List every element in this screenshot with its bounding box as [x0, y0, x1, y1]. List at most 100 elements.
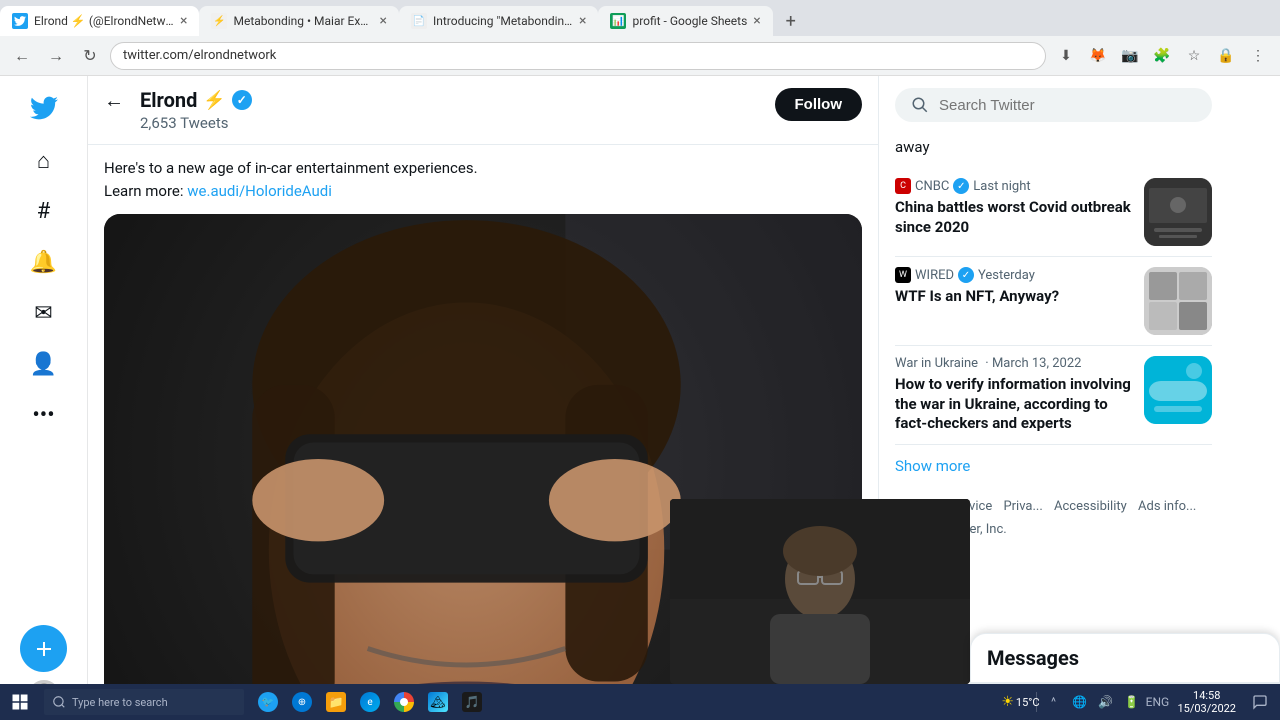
video-content: [670, 499, 970, 684]
extensions-icon[interactable]: 🧩: [1148, 42, 1176, 70]
privacy-link[interactable]: Priva...: [1003, 499, 1042, 514]
news-item-wired[interactable]: W WIRED ✓ Yesterday WTF Is an NFT, Anywa…: [895, 257, 1212, 346]
taskbar-chevron[interactable]: ^: [1041, 684, 1065, 720]
introducing-tab-icon: 📄: [411, 13, 427, 29]
tab-introducing-close[interactable]: ×: [579, 13, 586, 29]
twitter-logo[interactable]: [20, 84, 67, 131]
tab-introducing-label: Introducing "Metabonding" - Co...: [433, 14, 573, 28]
lock-icon[interactable]: 🔒: [1212, 42, 1240, 70]
music-icon: 🎵: [462, 692, 482, 712]
tweet-text-main: Here's to a new age of in-car entertainm…: [104, 159, 478, 177]
ukraine-time: · March 13, 2022: [982, 356, 1081, 371]
address-bar[interactable]: twitter.com/elrondnetwork: [110, 42, 1046, 70]
new-tab-button[interactable]: +: [777, 7, 805, 35]
page-content: ⌂ # 🔔 ✉ 👤 ••• ← Elrond ⚡ ✓ 2,653 Tweets …: [0, 76, 1280, 720]
tab-introducing[interactable]: 📄 Introducing "Metabonding" - Co... ×: [399, 6, 598, 36]
news-item-ukraine[interactable]: War in Ukraine · March 13, 2022 How to v…: [895, 346, 1212, 445]
cnbc-headline: China battles worst Covid outbreak since…: [895, 198, 1132, 237]
accessibility-link[interactable]: Accessibility: [1054, 499, 1127, 514]
taskbar-battery-icon: 🔋: [1119, 684, 1143, 720]
refresh-button[interactable]: ↻: [76, 42, 104, 70]
taskbar-icon-explorer[interactable]: 📁: [320, 684, 352, 720]
news-item-cnbc[interactable]: C CNBC ✓ Last night China battles worst …: [895, 168, 1212, 257]
browser-tabs: Elrond ⚡ (@ElrondNetwork) / T... × ⚡ Met…: [0, 0, 1280, 36]
search-bar[interactable]: [895, 88, 1212, 122]
chrome-icon: [394, 692, 414, 712]
taskbar-time: 14:58: [1193, 689, 1220, 702]
sidebar-item-more[interactable]: •••: [20, 392, 67, 439]
sidebar-item-notifications[interactable]: 🔔: [20, 239, 67, 286]
camera-icon[interactable]: 📷: [1116, 42, 1144, 70]
address-text: twitter.com/elrondnetwork: [123, 48, 276, 63]
taskbar: Type here to search 🐦 ⊕ 📁 e 🏔 🎵 ☀ 15: [0, 684, 1280, 720]
compose-tweet-button[interactable]: [20, 625, 67, 672]
taskbar-volume-icon[interactable]: 🔊: [1093, 684, 1117, 720]
cortana-icon: ⊕: [292, 692, 312, 712]
taskbar-system-tray: ☀ 15°C ^ 🌐 🔊 🔋 ENG 14:58 15/03/2022: [1008, 684, 1280, 720]
video-overlay: [670, 499, 970, 684]
extension-icon[interactable]: 🦊: [1084, 42, 1112, 70]
explorer-icon: 📁: [326, 692, 346, 712]
taskbar-notification[interactable]: [1244, 684, 1276, 720]
sidebar-item-explore[interactable]: #: [20, 188, 67, 235]
cnbc-time: Last night: [973, 179, 1030, 194]
twitter-tab-icon: [12, 13, 28, 29]
taskbar-twitter-logo: 🐦: [258, 692, 278, 712]
search-icon: [911, 96, 929, 114]
start-button[interactable]: [0, 684, 40, 720]
tweet-link[interactable]: we.audi/HolorideAudi: [187, 182, 332, 200]
news-item-wired-content: W WIRED ✓ Yesterday WTF Is an NFT, Anywa…: [895, 267, 1132, 307]
news-source-cnbc: C CNBC ✓ Last night: [895, 178, 1132, 194]
taskbar-clock[interactable]: 14:58 15/03/2022: [1171, 684, 1242, 720]
show-more-button[interactable]: Show more: [895, 445, 1212, 487]
tab-sheets-close[interactable]: ×: [753, 13, 760, 29]
back-arrow[interactable]: ←: [104, 88, 124, 113]
taskbar-search[interactable]: Type here to search: [44, 689, 244, 715]
user-display-name: Elrond ⚡ ✓: [140, 88, 775, 112]
taskbar-date: 15/03/2022: [1177, 702, 1236, 715]
cnbc-label: CNBC: [915, 179, 949, 194]
away-text: away: [895, 138, 1212, 168]
messages-title: Messages: [987, 646, 1079, 670]
bookmark-icon[interactable]: ☆: [1180, 42, 1208, 70]
ads-link[interactable]: Ads info...: [1138, 499, 1196, 514]
search-input[interactable]: [939, 97, 1196, 114]
news-source-wired: W WIRED ✓ Yesterday: [895, 267, 1132, 283]
cnbc-thumbnail: [1144, 178, 1212, 246]
taskbar-icon-twitter[interactable]: 🐦: [252, 684, 284, 720]
ukraine-headline: How to verify information involving the …: [895, 375, 1132, 434]
tab-twitter-label: Elrond ⚡ (@ElrondNetwork) / T...: [34, 14, 174, 28]
sidebar-item-profile[interactable]: 👤: [20, 341, 67, 388]
user-info: Elrond ⚡ ✓ 2,653 Tweets: [140, 88, 775, 132]
tab-twitter[interactable]: Elrond ⚡ (@ElrondNetwork) / T... ×: [0, 6, 199, 36]
taskbar-weather: ☀ 15°C: [1008, 684, 1032, 720]
ukraine-label: War in Ukraine: [895, 356, 978, 371]
tab-metabonding-close[interactable]: ×: [379, 13, 386, 29]
tweet-count: 2,653 Tweets: [140, 114, 775, 132]
sidebar-item-home[interactable]: ⌂: [20, 137, 67, 184]
sidebar-item-messages[interactable]: ✉: [20, 290, 67, 337]
taskbar-icon-photos[interactable]: 🏔: [422, 684, 454, 720]
menu-icon[interactable]: ⋮: [1244, 42, 1272, 70]
lightning-icon: ⚡: [203, 90, 225, 111]
messages-popup: Messages: [970, 633, 1280, 684]
edge-icon: e: [360, 692, 380, 712]
taskbar-icon-edge[interactable]: e: [354, 684, 386, 720]
wired-time: Yesterday: [978, 268, 1035, 283]
twitter-sidebar: ⌂ # 🔔 ✉ 👤 •••: [0, 76, 88, 720]
news-item-cnbc-content: C CNBC ✓ Last night China battles worst …: [895, 178, 1132, 237]
follow-button[interactable]: Follow: [775, 88, 863, 121]
taskbar-icon-cortana[interactable]: ⊕: [286, 684, 318, 720]
tab-sheets[interactable]: 📊 profit - Google Sheets ×: [598, 6, 772, 36]
taskbar-icon-chrome[interactable]: [388, 684, 420, 720]
wired-verified: ✓: [958, 267, 974, 283]
tab-metabonding[interactable]: ⚡ Metabonding • Maiar Exchange ×: [199, 6, 398, 36]
back-button[interactable]: ←: [8, 42, 36, 70]
download-icon[interactable]: ⬇: [1052, 42, 1080, 70]
taskbar-icon-music[interactable]: 🎵: [456, 684, 488, 720]
tab-twitter-close[interactable]: ×: [180, 13, 187, 29]
taskbar-keyboard-icon[interactable]: ENG: [1145, 684, 1169, 720]
tweet-header: ← Elrond ⚡ ✓ 2,653 Tweets Follow: [88, 76, 878, 145]
forward-button[interactable]: →: [42, 42, 70, 70]
tab-sheets-label: profit - Google Sheets: [632, 14, 747, 28]
